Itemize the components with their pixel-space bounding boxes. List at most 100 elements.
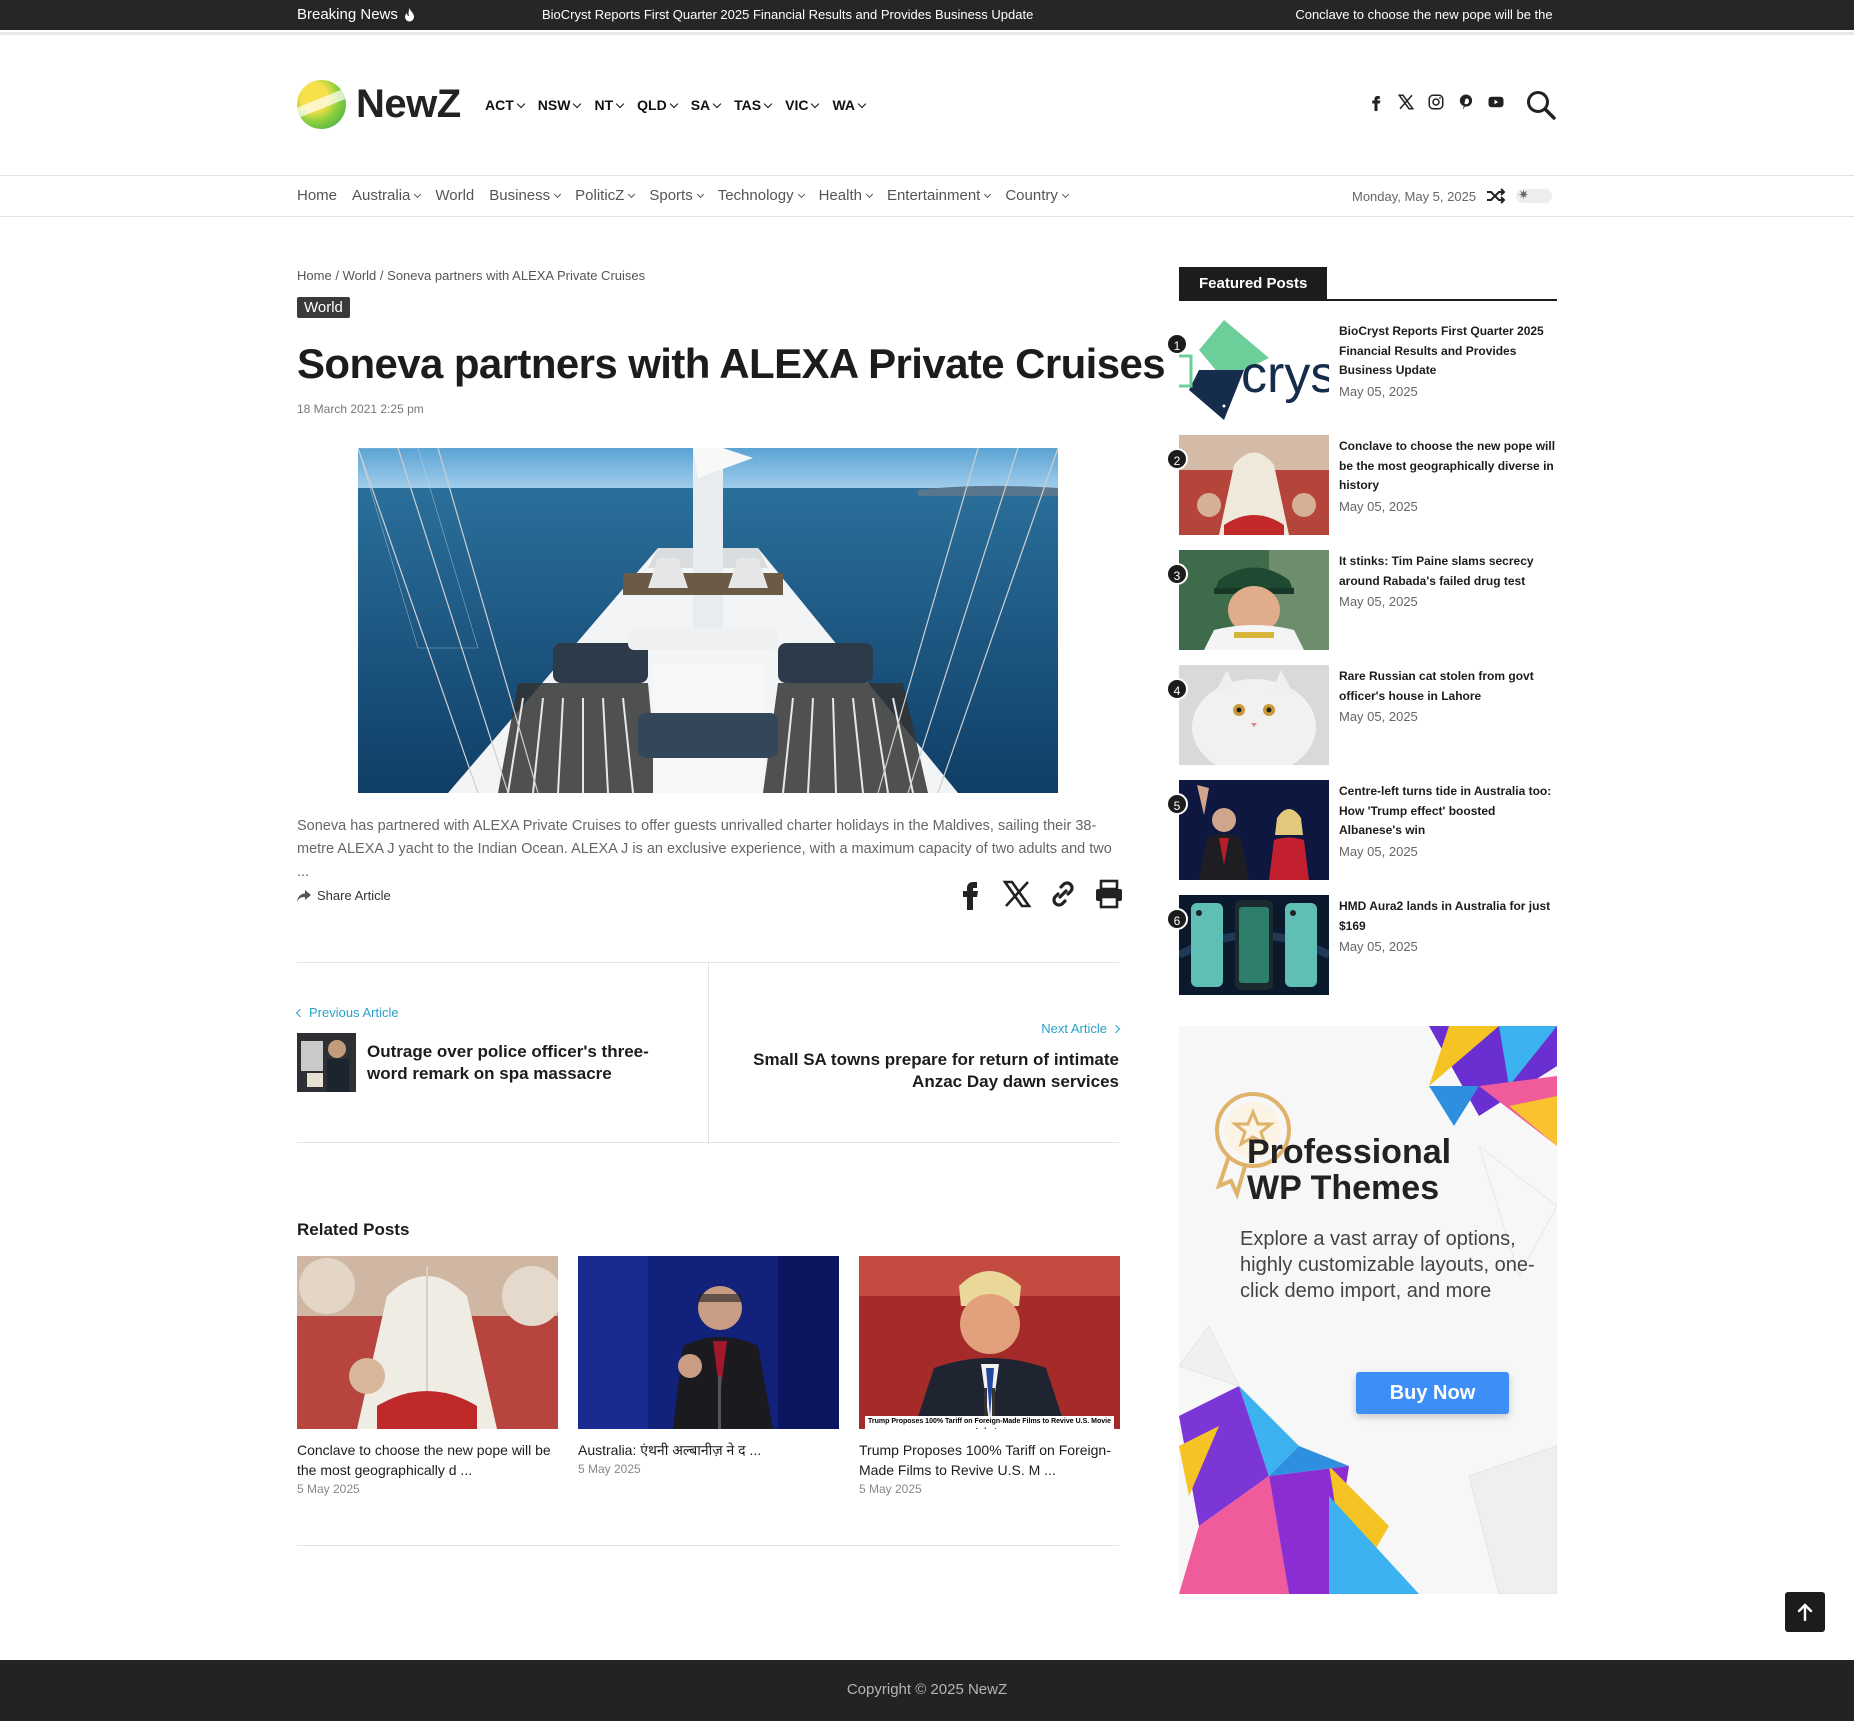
divider [0,32,1854,35]
featured-post-date: May 05, 2025 [1339,383,1418,399]
state-nav-label: NT [594,97,614,113]
date-area: Monday, May 5, 2025 [1352,187,1553,204]
featured-post-text[interactable]: HMD Aura2 lands in Australia for just $1… [1339,897,1557,957]
instagram-icon[interactable] [1427,93,1445,111]
featured-post-thumbnail[interactable]: crys [1179,320,1329,420]
state-nav-nsw[interactable]: NSW [538,97,582,113]
svg-text:crys: crys [1241,346,1329,404]
state-nav-label: SA [690,97,711,113]
related-post-title[interactable]: Australia: एंथनी अल्बानीज़ ने द ... [578,1440,839,1460]
facebook-icon[interactable] [1367,93,1385,111]
ad-title-line: WP Themes [1247,1169,1440,1207]
main-nav-item-entertainment[interactable]: Entertainment [887,187,992,204]
scroll-to-top-button[interactable] [1785,1592,1825,1632]
x-share-icon[interactable] [1001,878,1033,910]
previous-article-link[interactable]: Previous Article [295,1005,399,1020]
featured-post-date: May 05, 2025 [1339,939,1418,954]
featured-post-title[interactable]: BioCryst Reports First Quarter 2025 Fina… [1339,322,1557,381]
main-nav-item-country[interactable]: Country [1005,187,1069,204]
state-nav-vic[interactable]: VIC [785,97,820,113]
x-icon[interactable] [1397,93,1415,111]
state-nav-sa[interactable]: SA [690,97,722,113]
related-post[interactable]: Trump Proposes 100% Tariff on Foreign-Ma… [859,1256,1120,1496]
facebook-share-icon[interactable] [955,878,987,910]
article-excerpt: Soneva has partnered with ALEXA Private … [297,818,1112,880]
next-article-title[interactable]: Small SA towns prepare for return of int… [729,1049,1119,1093]
previous-article-thumbnail[interactable] [297,1033,356,1092]
chevron-down-icon [984,190,992,198]
featured-post-text[interactable]: Rare Russian cat stolen from govt office… [1339,667,1557,727]
featured-post-text[interactable]: Conclave to choose the new pope will be … [1339,437,1557,516]
related-post-title[interactable]: Trump Proposes 100% Tariff on Foreign-Ma… [859,1440,1120,1480]
next-article-link[interactable]: Next Article [1041,1021,1121,1036]
state-nav-label: WA [832,97,856,113]
featured-post-thumbnail[interactable] [1179,435,1329,535]
main-nav-label: Country [1005,187,1058,204]
pinterest-icon[interactable] [1457,93,1475,111]
related-post[interactable]: Australia: एंथनी अल्बानीज़ ने द ... 5 Ma… [578,1256,839,1496]
featured-post[interactable]: 6 HMD Aura2 lands in Australia for just … [1166,895,1557,1010]
related-post-title[interactable]: Conclave to choose the new pope will be … [297,1440,558,1480]
current-date: Monday, May 5, 2025 [1352,188,1477,204]
related-post[interactable]: Conclave to choose the new pope will be … [297,1256,558,1496]
main-nav-item-sports[interactable]: Sports [649,187,704,204]
breadcrumb-section[interactable]: World [343,268,377,283]
chevron-down-icon [516,99,526,108]
state-nav-tas[interactable]: TAS [734,97,773,113]
main-nav-item-politicz[interactable]: PoliticZ [575,187,636,204]
featured-post-text[interactable]: It stinks: Tim Paine slams secrecy aroun… [1339,552,1557,612]
featured-post-title[interactable]: HMD Aura2 lands in Australia for just $1… [1339,897,1557,936]
featured-post-title[interactable]: Conclave to choose the new pope will be … [1339,437,1557,496]
featured-post-thumbnail[interactable] [1179,780,1329,880]
state-nav-nt[interactable]: NT [594,97,625,113]
featured-post[interactable]: 5 Centre-left turns tide in Australia to… [1166,780,1557,895]
breaking-item[interactable]: Conclave to choose the new pope will be … [1295,7,1557,22]
category-badge[interactable]: World [297,297,350,318]
featured-post-number: 1 [1166,333,1188,355]
main-nav-label: World [435,187,475,204]
buy-now-button[interactable]: Buy Now [1356,1372,1509,1414]
main-nav-item-health[interactable]: Health [819,187,873,204]
breadcrumb-home[interactable]: Home [297,268,332,283]
breaking-item[interactable]: BioCryst Reports First Quarter 2025 Fina… [542,7,1033,22]
featured-post-text[interactable]: Centre-left turns tide in Australia too:… [1339,782,1557,861]
related-post-date: 5 May 2025 [859,1482,922,1496]
featured-post[interactable]: 2 Conclave to choose the new pope will b… [1166,435,1557,550]
featured-post-title[interactable]: It stinks: Tim Paine slams secrecy aroun… [1339,552,1557,591]
main-nav-item-home[interactable]: Home [297,187,337,204]
main-nav-item-world[interactable]: World [435,187,474,204]
featured-posts-heading: Featured Posts [1179,267,1328,299]
featured-post-thumbnail[interactable] [1179,665,1329,765]
related-post-thumbnail[interactable] [578,1256,839,1429]
state-nav-act[interactable]: ACT [485,97,526,113]
youtube-icon[interactable] [1487,93,1505,111]
link-icon[interactable] [1047,878,1079,910]
featured-post-text[interactable]: BioCryst Reports First Quarter 2025 Fina… [1339,322,1557,401]
featured-post-title[interactable]: Centre-left turns tide in Australia too:… [1339,782,1557,841]
featured-post[interactable]: 3 It stinks: Tim Paine slams secrecy aro… [1166,550,1557,665]
main-nav-item-technology[interactable]: Technology [718,187,805,204]
featured-post[interactable]: 1 crys BioCryst Reports First Quarter 20… [1166,320,1557,435]
state-nav-qld[interactable]: QLD [637,97,678,113]
dark-mode-toggle[interactable] [1516,187,1553,203]
related-post-thumbnail[interactable] [297,1256,558,1429]
search-icon[interactable] [1525,89,1557,121]
ad-graphics [1179,1026,1557,1594]
featured-post-title[interactable]: Rare Russian cat stolen from govt office… [1339,667,1557,706]
featured-post-number: 4 [1166,678,1188,700]
related-post-thumbnail[interactable]: Trump Proposes 100% Tariff on Foreign-Ma… [859,1256,1120,1429]
advertisement-banner[interactable]: Professional WP Themes Explore a vast ar… [1179,1026,1557,1594]
featured-post-thumbnail[interactable] [1179,550,1329,650]
main-nav-item-australia[interactable]: Australia [352,187,422,204]
chevron-left-icon [295,1008,305,1017]
featured-post-thumbnail[interactable] [1179,895,1329,995]
main-nav-item-business[interactable]: Business [489,187,562,204]
featured-post-number: 3 [1166,563,1188,585]
site-logo[interactable]: NewZ [297,80,461,129]
previous-article-title[interactable]: Outrage over police officer's three-word… [367,1041,687,1085]
state-nav-wa[interactable]: WA [832,97,867,113]
featured-post[interactable]: 4 Rare Russian cat stolen from govt offi… [1166,665,1557,780]
featured-posts-list: 1 crys BioCryst Reports First Quarter 20… [1166,320,1557,1010]
print-icon[interactable] [1093,878,1125,910]
shuffle-icon[interactable] [1486,188,1506,204]
